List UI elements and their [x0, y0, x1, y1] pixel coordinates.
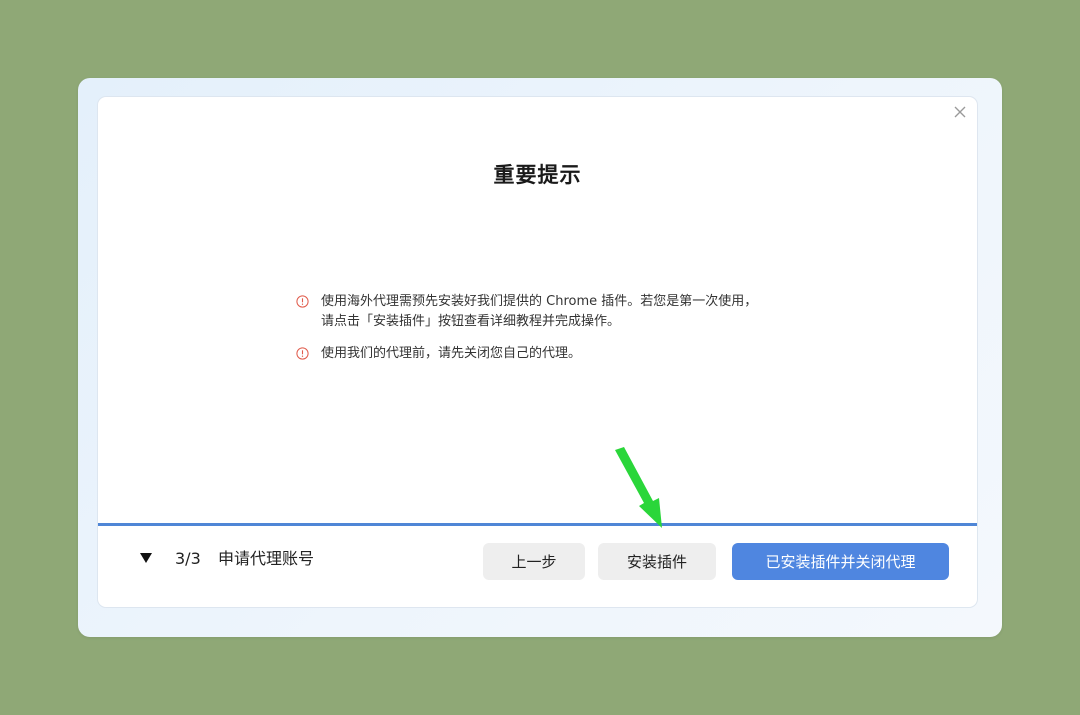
notice-text-line: 使用海外代理需预先安装好我们提供的 Chrome 插件。若您是第一次使用，	[321, 294, 758, 309]
step-count: 3/3	[175, 549, 201, 568]
close-icon[interactable]	[953, 105, 967, 119]
notice-item: 使用海外代理需预先安装好我们提供的 Chrome 插件。若您是第一次使用， 请点…	[296, 292, 816, 332]
notice-text-line: 使用我们的代理前，请先关闭您自己的代理。	[321, 346, 582, 361]
install-plugin-button[interactable]: 安装插件	[598, 543, 716, 580]
outer-window: 重要提示 使用海外代理需预先安装好我们提供的 Chrome 插件。若您是第一次使…	[78, 78, 1002, 637]
dialog-footer: 3/3 申请代理账号 上一步 安装插件 已安装插件并关闭代理	[98, 526, 977, 607]
notice-list: 使用海外代理需预先安装好我们提供的 Chrome 插件。若您是第一次使用， 请点…	[296, 292, 816, 376]
dialog-title: 重要提示	[493, 163, 582, 187]
info-circle-icon	[296, 295, 309, 308]
previous-step-button[interactable]: 上一步	[483, 543, 585, 580]
step-name: 申请代理账号	[218, 549, 315, 568]
notice-item: 使用我们的代理前，请先关闭您自己的代理。	[296, 344, 816, 364]
important-notice-dialog: 重要提示 使用海外代理需预先安装好我们提供的 Chrome 插件。若您是第一次使…	[98, 97, 977, 607]
notice-text-line: 请点击「安装插件」按钮查看详细教程并完成操作。	[321, 314, 621, 329]
triangle-down-icon[interactable]	[138, 550, 154, 566]
confirm-installed-button[interactable]: 已安装插件并关闭代理	[732, 543, 949, 580]
info-circle-icon	[296, 347, 309, 360]
